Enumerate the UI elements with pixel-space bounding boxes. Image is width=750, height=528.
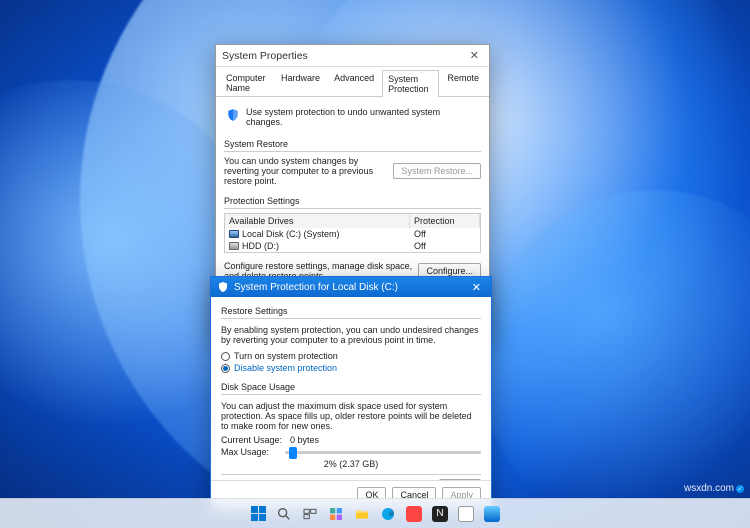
drives-table[interactable]: Available Drives Protection Local Disk (…: [224, 213, 481, 253]
taskbar-app-icon[interactable]: [404, 504, 424, 524]
radio-icon: [221, 364, 230, 373]
edge-icon[interactable]: [378, 504, 398, 524]
widgets-icon[interactable]: [326, 504, 346, 524]
max-usage-slider[interactable]: [285, 451, 481, 454]
group-disk-space: Disk Space Usage: [221, 382, 481, 392]
radio-turn-on[interactable]: Turn on system protection: [221, 350, 481, 362]
taskbar-app-icon[interactable]: [482, 504, 502, 524]
restore-settings-text: By enabling system protection, you can u…: [221, 323, 481, 350]
search-icon[interactable]: [274, 504, 294, 524]
close-icon[interactable]: ✕: [468, 281, 485, 294]
start-button[interactable]: [248, 504, 268, 524]
window-title: System Properties: [222, 50, 308, 62]
task-view-icon[interactable]: [300, 504, 320, 524]
protection-hint: Use system protection to undo unwanted s…: [246, 107, 479, 127]
disk-icon: [229, 230, 239, 238]
column-protection: Protection: [410, 214, 480, 228]
system-restore-text: You can undo system changes by reverting…: [224, 156, 387, 186]
current-usage-label: Current Usage:: [221, 435, 282, 445]
dialog-title: System Protection for Local Disk (C:): [234, 282, 398, 293]
table-row[interactable]: Local Disk (C:) (System) Off: [225, 228, 480, 240]
tab-remote[interactable]: Remote: [441, 69, 485, 96]
group-system-restore: System Restore: [224, 139, 481, 149]
watermark: wsxdn.com✓: [684, 483, 744, 494]
radio-icon: [221, 352, 230, 361]
table-row[interactable]: HDD (D:) Off: [225, 240, 480, 252]
tab-system-protection[interactable]: System Protection: [382, 70, 439, 97]
close-icon[interactable]: ✕: [466, 49, 483, 62]
shield-icon: [217, 281, 229, 293]
system-protection-dialog: System Protection for Local Disk (C:) ✕ …: [210, 276, 492, 510]
tab-hardware[interactable]: Hardware: [275, 69, 326, 96]
slider-thumb[interactable]: [289, 447, 297, 459]
tab-strip: Computer Name Hardware Advanced System P…: [216, 67, 489, 97]
dialog-titlebar[interactable]: System Protection for Local Disk (C:) ✕: [211, 277, 491, 297]
taskbar[interactable]: N: [0, 498, 750, 528]
max-usage-label: Max Usage:: [221, 447, 279, 457]
hdd-icon: [229, 242, 239, 250]
radio-disable[interactable]: Disable system protection: [221, 362, 481, 374]
explorer-icon[interactable]: [352, 504, 372, 524]
disk-space-text: You can adjust the maximum disk space us…: [221, 399, 481, 435]
tab-advanced[interactable]: Advanced: [328, 69, 380, 96]
group-protection-settings: Protection Settings: [224, 196, 481, 206]
column-available-drives: Available Drives: [225, 214, 410, 228]
slider-caption: 2% (2.37 GB): [221, 459, 481, 469]
taskbar-app-icon[interactable]: [456, 504, 476, 524]
window-titlebar[interactable]: System Properties ✕: [216, 45, 489, 67]
tab-computer-name[interactable]: Computer Name: [220, 69, 273, 96]
group-restore-settings: Restore Settings: [221, 306, 481, 316]
current-usage-value: 0 bytes: [290, 435, 319, 445]
shield-icon: [226, 107, 240, 123]
system-restore-button[interactable]: System Restore...: [393, 163, 481, 179]
taskbar-app-icon[interactable]: N: [430, 504, 450, 524]
